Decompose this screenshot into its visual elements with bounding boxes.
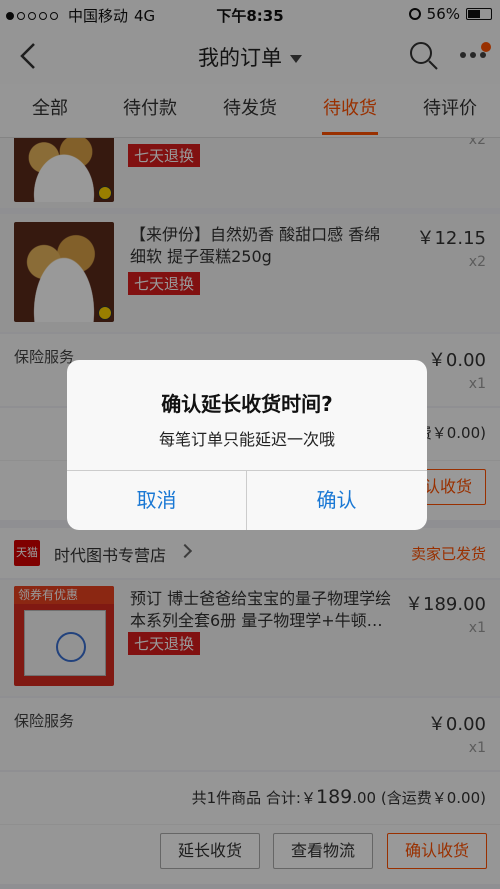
modal-overlay-top xyxy=(0,0,500,138)
dialog-cancel-button[interactable]: 取消 xyxy=(67,470,246,530)
dialog-message: 每笔订单只能延迟一次哦 xyxy=(158,430,335,449)
extend-receipt-dialog: 确认延长收货时间? 每笔订单只能延迟一次哦 取消 确认 xyxy=(67,360,427,530)
dialog-confirm-button[interactable]: 确认 xyxy=(247,470,426,530)
dialog-title: 确认延长收货时间? xyxy=(161,392,333,416)
